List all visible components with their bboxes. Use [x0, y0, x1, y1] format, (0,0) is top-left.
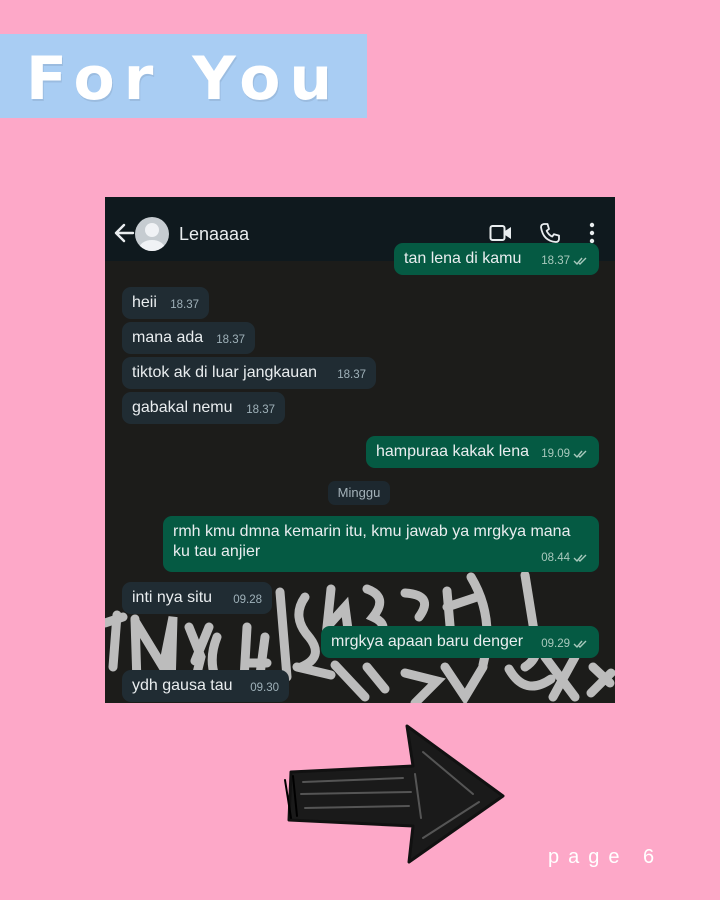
message-timestamp: 19.09	[541, 448, 570, 460]
message-bubble-incoming[interactable]: inti nya situ 09.28	[122, 582, 272, 614]
message-time: 09.29	[541, 634, 589, 654]
double-check-icon	[573, 640, 587, 649]
avatar-icon	[139, 223, 165, 251]
message-text: mrgkya apaan baru denger	[331, 633, 524, 650]
message-text: ydh gausa tau	[132, 677, 233, 694]
message-text: tan lena di kamu	[404, 250, 522, 267]
message-time: 18.37	[541, 251, 589, 271]
message-timestamp: 09.28	[233, 594, 262, 606]
message-bubble-incoming[interactable]: heii 18.37	[122, 287, 209, 319]
message-timestamp: 18.37	[541, 255, 570, 267]
message-time: 08.44	[541, 548, 589, 568]
double-check-icon	[573, 450, 587, 459]
message-timestamp: 08.44	[541, 552, 570, 564]
message-timestamp: 09.30	[250, 682, 279, 694]
message-text: mana ada	[132, 329, 204, 346]
avatar[interactable]	[135, 217, 169, 251]
back-arrow-icon[interactable]	[113, 223, 135, 243]
message-text: hampuraa kakak lena	[376, 443, 529, 460]
message-bubble-incoming[interactable]: ydh gausa tau 09.30	[122, 670, 289, 702]
double-check-icon	[573, 257, 587, 266]
message-time: 19.09	[541, 444, 589, 464]
message-timestamp: 18.37	[246, 404, 275, 416]
banner-title: For You	[26, 44, 342, 114]
message-timestamp: 09.29	[541, 638, 570, 650]
page-number: page 6	[548, 846, 664, 868]
message-bubble-outgoing[interactable]: mrgkya apaan baru denger 09.29	[321, 626, 599, 658]
phone-icon[interactable]	[539, 222, 561, 244]
message-text: rmh kmu dmna kemarin itu, kmu jawab ya m…	[173, 523, 571, 560]
message-bubble-outgoing[interactable]: hampuraa kakak lena 19.09	[366, 436, 599, 468]
title-banner: For You	[0, 34, 367, 118]
contact-name[interactable]: Lenaaaa	[179, 224, 249, 245]
double-check-icon	[573, 554, 587, 563]
message-bubble-incoming[interactable]: gabakal nemu 18.37	[122, 392, 285, 424]
message-timestamp: 18.37	[337, 369, 366, 381]
day-separator: Minggu	[328, 481, 390, 505]
more-vertical-icon[interactable]	[588, 222, 596, 244]
message-text: gabakal nemu	[132, 399, 233, 416]
message-timestamp: 18.37	[216, 334, 245, 346]
message-bubble-outgoing[interactable]: tan lena di kamu 18.37	[394, 243, 599, 275]
message-timestamp: 18.37	[170, 299, 199, 311]
message-text: inti nya situ	[132, 589, 213, 606]
message-text: heii	[132, 294, 157, 311]
message-bubble-incoming[interactable]: tiktok ak di luar jangkauan 18.37	[122, 357, 376, 389]
right-arrow-icon	[284, 724, 505, 864]
video-call-icon[interactable]	[489, 224, 513, 242]
chat-screenshot: Lenaaaa tan lena di kamu 18.37 heii 18.3…	[105, 197, 615, 703]
message-bubble-incoming[interactable]: mana ada 18.37	[122, 322, 255, 354]
message-text: tiktok ak di luar jangkauan	[132, 364, 317, 381]
message-bubble-outgoing[interactable]: rmh kmu dmna kemarin itu, kmu jawab ya m…	[163, 516, 599, 572]
